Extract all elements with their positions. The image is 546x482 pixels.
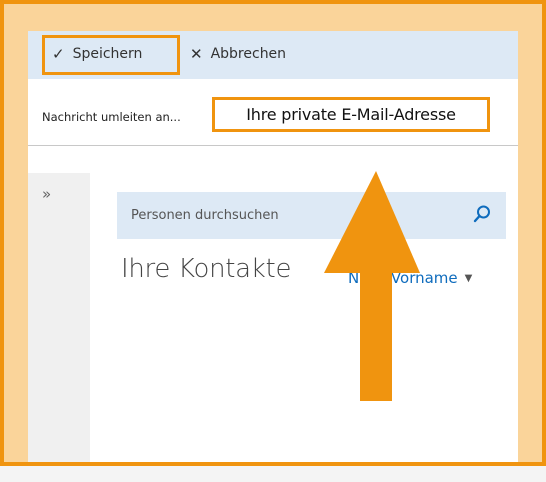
people-search-box[interactable]: Personen durchsuchen — [117, 192, 506, 239]
divider — [28, 145, 518, 146]
app-window: ✓ Speichern ✕ Abbrechen Nachricht umleit… — [28, 31, 518, 462]
chevron-down-icon: ▼ — [464, 272, 473, 284]
search-input[interactable]: Personen durchsuchen — [131, 208, 279, 223]
cancel-label: Abbrechen — [210, 46, 287, 62]
search-icon[interactable] — [472, 204, 492, 224]
redirect-email-field[interactable]: Ihre private E-Mail-Adresse — [212, 97, 490, 132]
command-bar: ✓ Speichern ✕ Abbrechen — [28, 31, 518, 79]
annotation-arrow-icon — [324, 171, 420, 401]
redirect-label: Nachricht umleiten an... — [42, 110, 181, 124]
redirect-row: Nachricht umleiten an... Ihre private E-… — [28, 79, 518, 145]
cancel-button[interactable]: ✕ Abbrechen — [190, 43, 286, 65]
save-highlight-box — [42, 35, 180, 75]
sidebar: » — [28, 173, 90, 462]
highlight-frame: ✓ Speichern ✕ Abbrechen Nachricht umleit… — [0, 0, 546, 466]
expand-icon[interactable]: » — [42, 185, 51, 203]
contacts-title: Ihre Kontakte — [121, 254, 292, 284]
close-icon: ✕ — [190, 45, 203, 63]
